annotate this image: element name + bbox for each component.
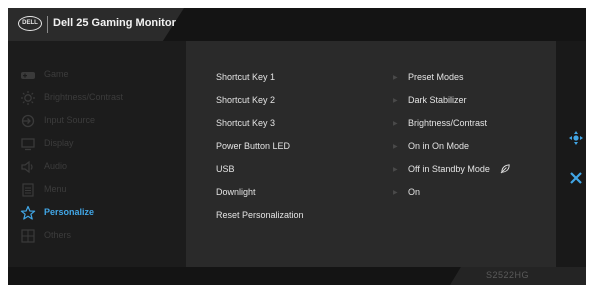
close-icon[interactable] [568,170,584,186]
sidebar-item-others[interactable]: Others [14,227,184,245]
reset-personalization-button[interactable]: Reset Personalization [216,210,304,220]
option-label[interactable]: Shortcut Key 2 [216,95,275,105]
osd-window: DELL Dell 25 Gaming Monitor Game Brightn… [8,8,586,285]
controls-panel [556,41,586,267]
sidebar-item-label: Audio [44,161,68,171]
option-value[interactable]: Dark Stabilizer [408,95,467,105]
option-value[interactable]: On in On Mode [408,141,469,151]
option-label[interactable]: USB [216,164,235,174]
star-icon [20,205,36,220]
option-arrow-icon: ▶ [393,144,398,150]
sidebar-item-label: Others [44,230,72,240]
title-divider [47,16,48,33]
sidebar-item-menu[interactable]: Menu [14,181,184,199]
gamepad-icon [21,72,35,79]
sidebar-item-label: Personalize [44,207,95,217]
sidebar-item-game[interactable]: Game [14,66,184,84]
option-value[interactable]: On [408,187,420,197]
option-label[interactable]: Shortcut Key 3 [216,118,275,128]
brightness-icon [21,91,35,105]
display-icon [21,138,35,151]
speaker-icon [21,160,33,174]
dell-logo: DELL [18,16,42,31]
sidebar-item-brightness-contrast[interactable]: Brightness/Contrast [14,89,184,107]
joystick-icon[interactable] [568,130,584,146]
page-title: Dell 25 Gaming Monitor [53,17,176,29]
option-label[interactable]: Power Button LED [216,141,290,151]
option-label[interactable]: Shortcut Key 1 [216,72,275,82]
sidebar-item-input-source[interactable]: Input Source [14,112,184,130]
sidebar-item-label: Game [44,69,69,79]
sidebar-item-personalize[interactable]: Personalize [14,204,184,222]
option-value[interactable]: Brightness/Contrast [408,118,487,128]
leaf-eco-icon [500,164,510,174]
option-arrow-icon: ▶ [393,190,398,196]
input-source-icon [21,114,35,128]
sidebar-item-label: Brightness/Contrast [44,92,124,102]
option-arrow-icon: ▶ [393,75,398,81]
others-icon [21,229,35,243]
sidebar-item-audio[interactable]: Audio [14,158,184,176]
sidebar-item-label: Menu [44,184,67,194]
model-number: S2522HG [486,270,530,280]
sidebar-item-label: Input Source [44,115,96,125]
option-arrow-icon: ▶ [393,167,398,173]
option-value[interactable]: Preset Modes [408,72,464,82]
option-label[interactable]: Downlight [216,187,256,197]
sidebar-item-label: Display [44,138,74,148]
option-arrow-icon: ▶ [393,121,398,127]
sidebar-item-display[interactable]: Display [14,135,184,153]
menu-icon [22,183,34,197]
option-arrow-icon: ▶ [393,98,398,104]
option-value[interactable]: Off in Standby Mode [408,164,490,174]
